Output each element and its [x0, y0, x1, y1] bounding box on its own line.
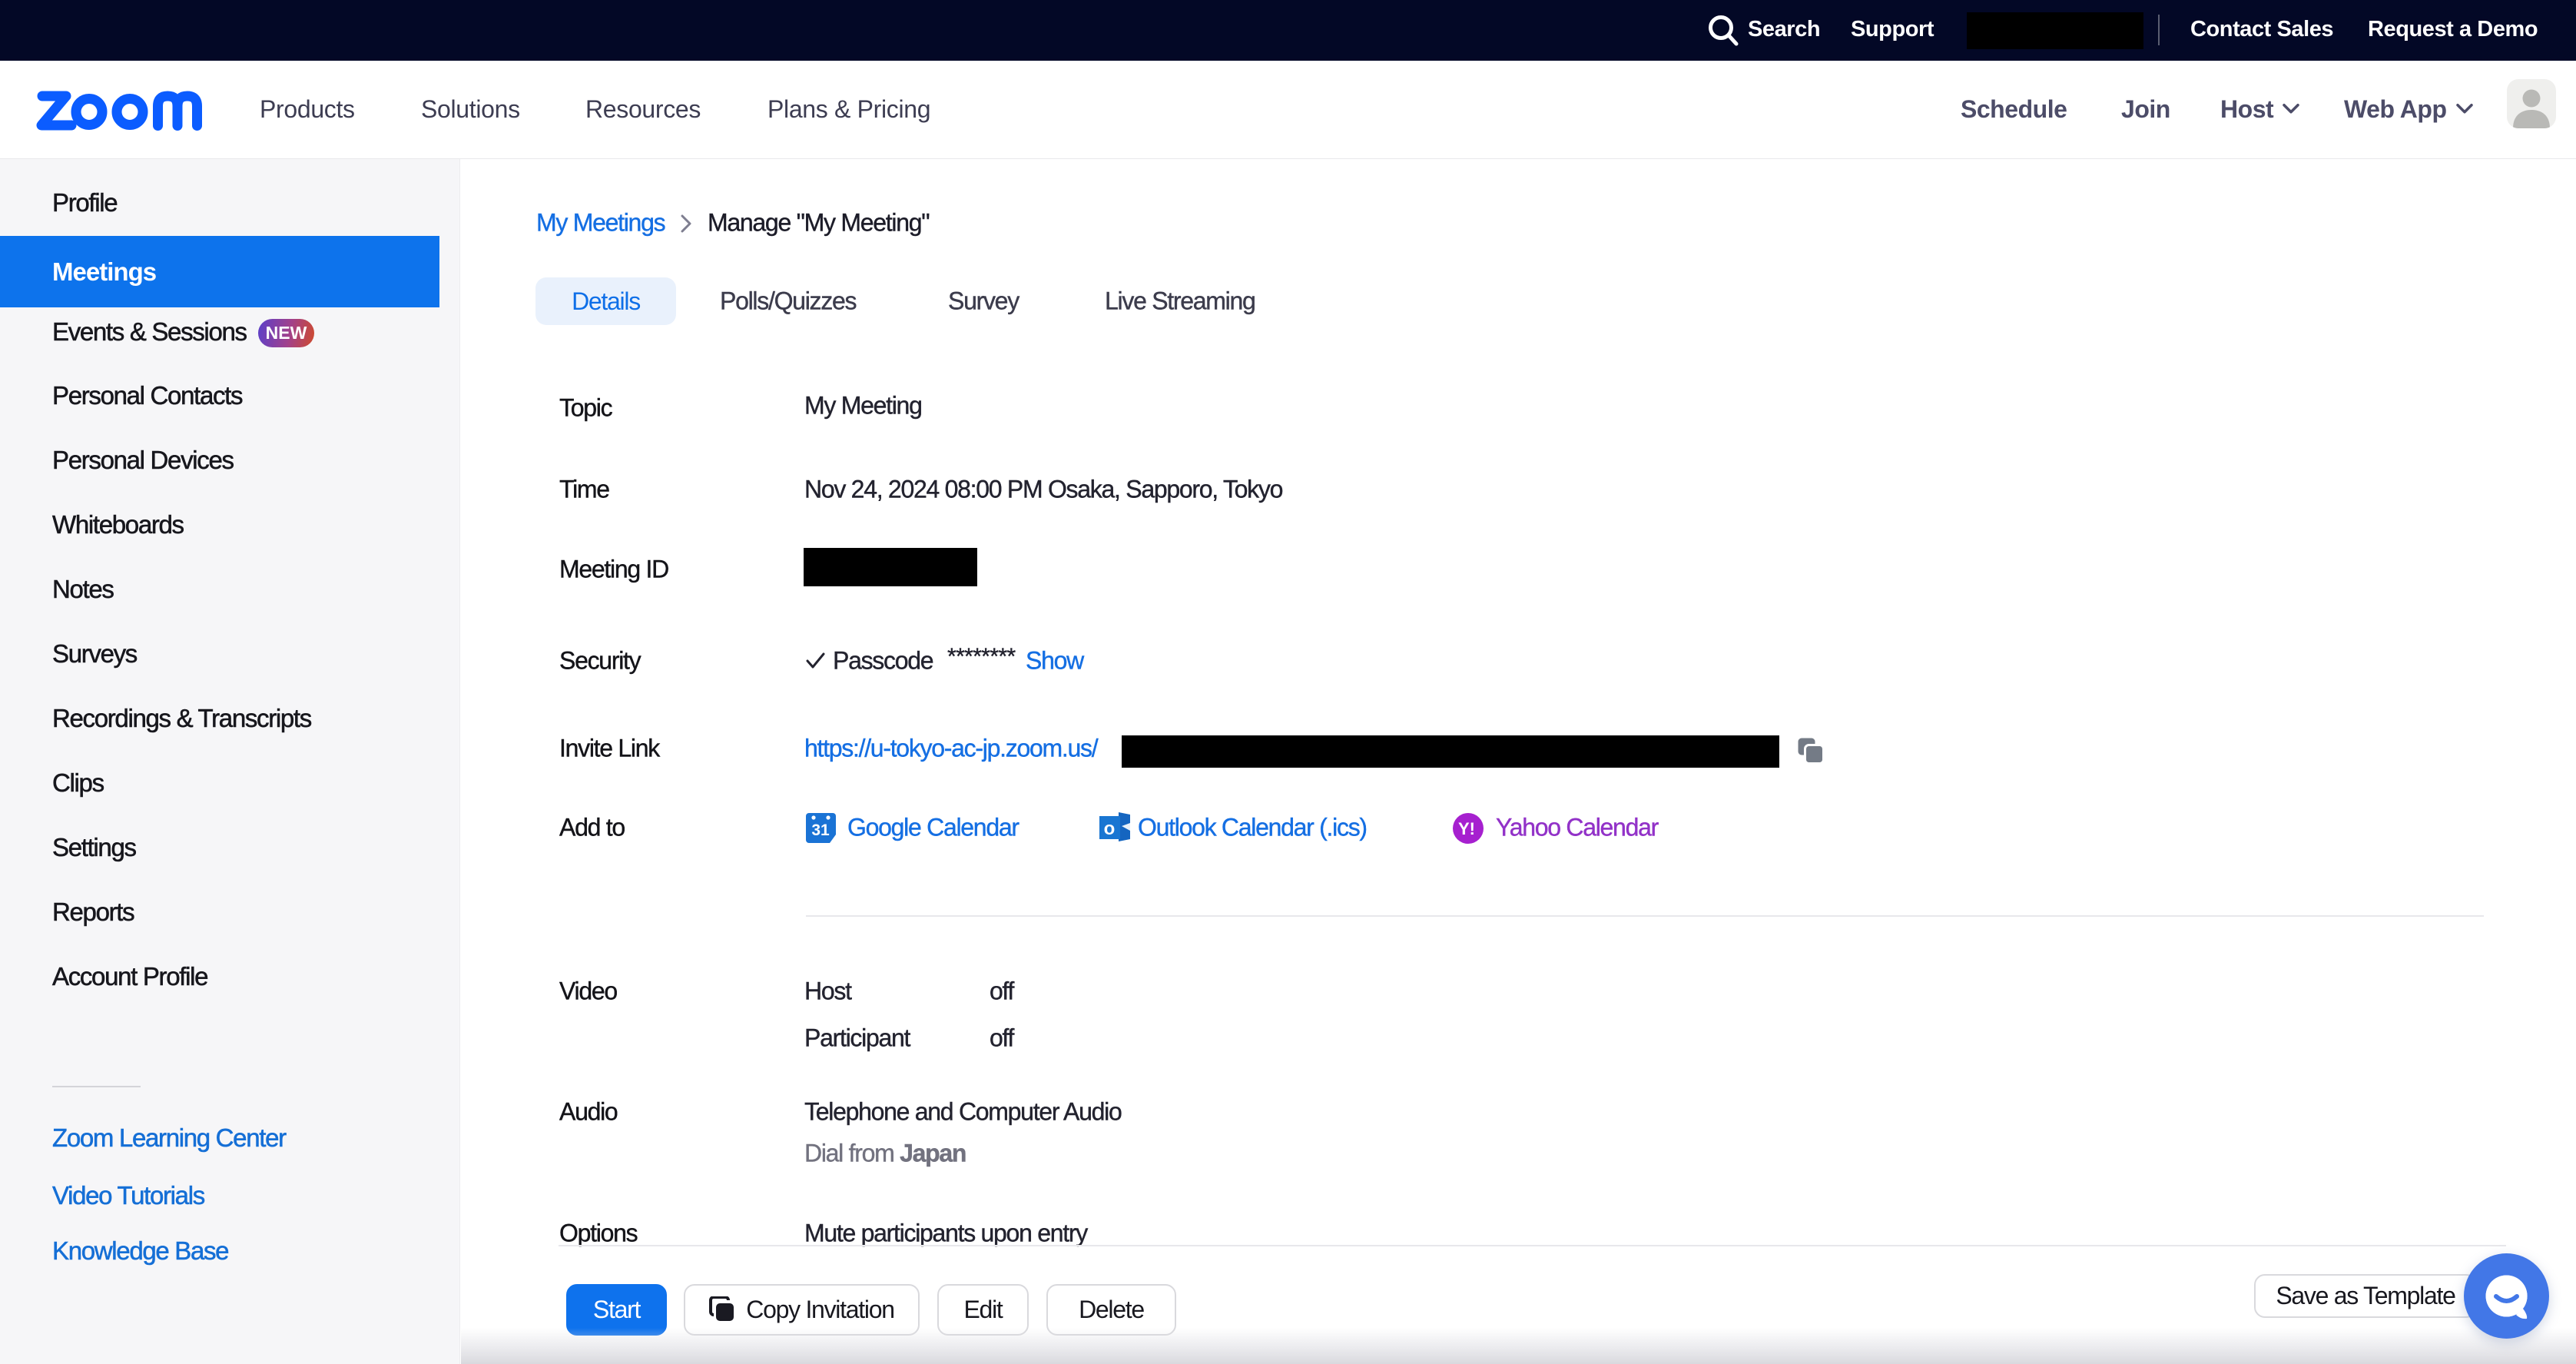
svg-text:o: o: [1104, 818, 1116, 839]
svg-text:Y!: Y!: [1458, 819, 1475, 838]
svg-text:31: 31: [811, 821, 830, 839]
